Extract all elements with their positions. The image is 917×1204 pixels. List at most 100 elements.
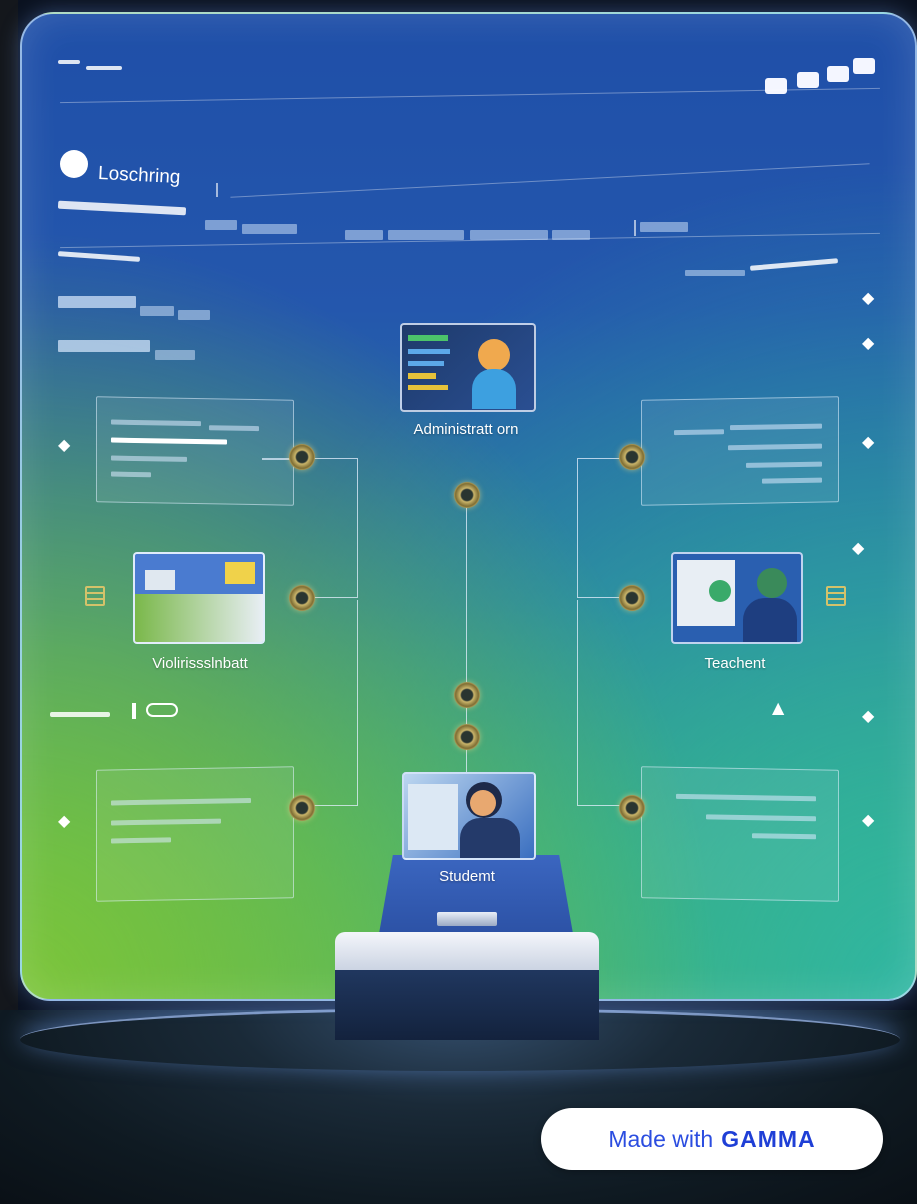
node-right-lower[interactable] [619, 795, 645, 821]
left-icon-1[interactable]: ◆ [58, 437, 70, 453]
teacher-body [743, 598, 797, 642]
toggle-bar [132, 703, 136, 719]
connector-stub [262, 458, 292, 460]
header-seg-1 [205, 220, 237, 230]
right-icon-1[interactable]: ◆ [862, 290, 874, 306]
pedestal-button[interactable] [437, 912, 497, 926]
card-line [728, 443, 822, 451]
right-list-icon[interactable] [826, 586, 846, 606]
card-line [111, 455, 187, 462]
info-card-top-left[interactable] [96, 396, 294, 506]
connector-right-lower [577, 600, 620, 806]
card-line [746, 461, 822, 468]
teacher-thumbnail[interactable] [671, 552, 803, 644]
right-icon-2[interactable]: ◆ [862, 335, 874, 351]
node-center-top[interactable] [454, 482, 480, 508]
left-icon-2[interactable]: ◆ [58, 813, 70, 829]
header-seg-5 [470, 230, 548, 240]
thumb-globe [709, 580, 731, 602]
thumb-bar [408, 361, 444, 366]
app-title: Loschring [97, 162, 181, 189]
info-card-bottom-left[interactable] [96, 766, 294, 902]
right-header-seg [685, 270, 745, 276]
made-with-gamma-badge[interactable]: Made with GAMMA [541, 1108, 883, 1170]
thumb-bar [408, 335, 448, 341]
node-label-student: Studemt [439, 868, 495, 885]
menu-dash-icon[interactable] [58, 60, 80, 64]
window-button-3[interactable] [827, 66, 849, 82]
header-seg-3 [345, 230, 383, 240]
thumb-box [145, 570, 175, 590]
right-icon-6[interactable]: ◆ [862, 708, 874, 724]
header-seg-2 [242, 224, 297, 234]
window-button-1[interactable] [765, 78, 787, 94]
thumb-bar [408, 349, 450, 354]
card-line [706, 814, 816, 822]
card-line [676, 793, 816, 802]
left-thumbnail[interactable] [133, 552, 265, 644]
connector-left-upper [314, 458, 358, 598]
student-thumbnail[interactable] [402, 772, 536, 860]
card-line [111, 437, 227, 445]
badge-made-with: Made with [608, 1125, 714, 1152]
card-line [752, 833, 816, 840]
student-avatar [470, 790, 496, 816]
pedestal-rim [335, 932, 599, 974]
node-center-middle[interactable] [454, 682, 480, 708]
menu-item-2b [140, 306, 174, 316]
thumb-bar [408, 373, 436, 379]
thumb-box [225, 562, 255, 584]
menu-item-2c [178, 310, 210, 320]
node-left-upper[interactable] [289, 444, 315, 470]
node-left-middle[interactable] [289, 585, 315, 611]
student-body [460, 818, 520, 858]
menu-item-3b [155, 350, 195, 360]
card-line [209, 425, 259, 432]
window-button-2[interactable] [797, 72, 819, 88]
admin-thumbnail[interactable] [400, 323, 536, 412]
admin-body [472, 369, 516, 409]
card-line [111, 471, 151, 478]
header-seg-4 [388, 230, 464, 240]
connector-left-lower [314, 600, 358, 806]
card-line [111, 818, 221, 826]
thumb-paper [408, 784, 458, 850]
node-label-admin: Administratt orn [413, 421, 519, 438]
right-icon-4[interactable]: ◆ [852, 540, 864, 556]
pedestal-base [335, 970, 599, 1040]
node-right-middle[interactable] [619, 585, 645, 611]
toggle-switch[interactable] [146, 703, 178, 717]
header-seg-6 [552, 230, 590, 240]
node-right-upper[interactable] [619, 444, 645, 470]
card-line [111, 837, 171, 844]
left-list-icon[interactable] [85, 586, 105, 606]
logo-circle-icon [60, 150, 88, 178]
right-icon-5[interactable]: ◆ [862, 812, 874, 828]
node-center-bottom[interactable] [454, 724, 480, 750]
card-line [762, 477, 822, 484]
node-label-teacher: Teachent [704, 655, 766, 672]
menu-item-3[interactable] [58, 340, 150, 352]
connector-right-upper [577, 458, 620, 598]
thumb-bar [408, 385, 448, 390]
right-icon-3[interactable]: ◆ [862, 434, 874, 450]
card-line [730, 423, 822, 431]
header-seg-7 [640, 222, 688, 232]
badge-brand: GAMMA [721, 1125, 816, 1152]
right-icon-7[interactable]: ▲ [772, 700, 784, 716]
menu-dash-icon-2[interactable] [86, 66, 122, 70]
thumb-body [135, 594, 263, 642]
node-label-left: Violirissslnbatt [152, 655, 248, 672]
teacher-avatar [757, 568, 787, 598]
info-card-top-right[interactable] [641, 396, 839, 506]
node-left-lower[interactable] [289, 795, 315, 821]
card-line [674, 429, 724, 436]
header-separator [634, 220, 636, 236]
left-slider-track[interactable] [50, 712, 110, 717]
window-button-4[interactable] [853, 58, 875, 74]
menu-item-2[interactable] [58, 296, 136, 308]
admin-avatar [478, 339, 510, 371]
info-card-bottom-right[interactable] [641, 766, 839, 902]
card-line [111, 798, 251, 806]
title-separator [216, 183, 218, 197]
